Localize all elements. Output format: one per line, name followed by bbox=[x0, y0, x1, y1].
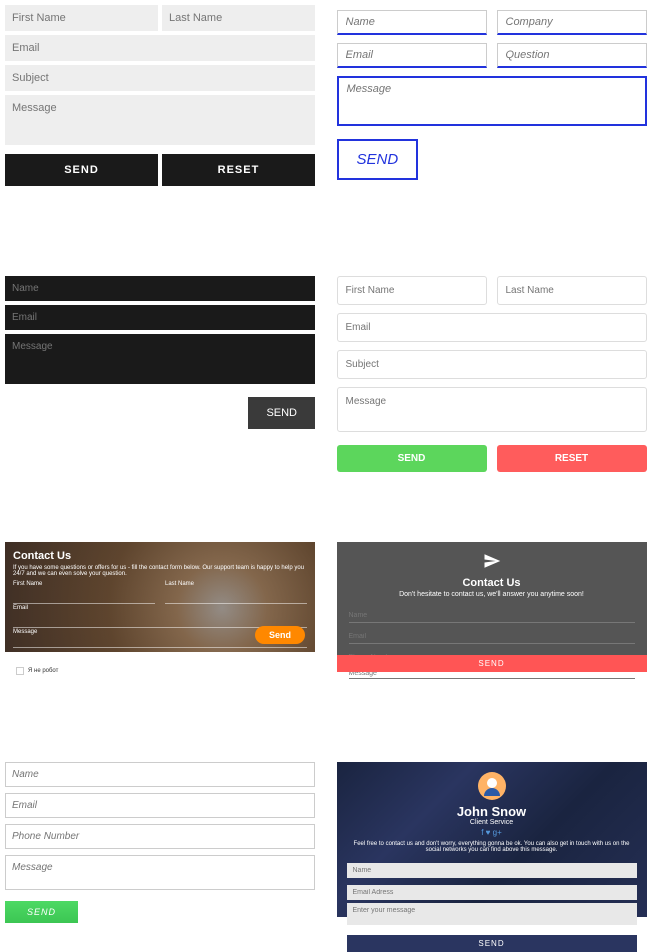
recaptcha-text: Я не робот bbox=[28, 668, 58, 674]
form-title: Contact Us bbox=[349, 577, 635, 589]
email-input[interactable] bbox=[349, 630, 635, 644]
message-textarea[interactable] bbox=[347, 903, 637, 925]
recaptcha-widget[interactable]: Я не робот bbox=[13, 662, 93, 680]
last-name-input[interactable] bbox=[497, 276, 647, 305]
email-input[interactable] bbox=[347, 885, 637, 900]
send-button[interactable]: SEND bbox=[347, 935, 637, 952]
send-button[interactable]: SEND bbox=[337, 655, 647, 672]
question-input[interactable] bbox=[497, 43, 647, 68]
message-textarea[interactable] bbox=[337, 387, 647, 432]
last-name-label: Last Name bbox=[165, 581, 307, 587]
subject-input[interactable] bbox=[337, 350, 647, 379]
form-intro: Feel free to contact us and don't worry,… bbox=[347, 841, 637, 853]
message-textarea[interactable] bbox=[5, 855, 315, 890]
contact-form-gray: SEND RESET bbox=[5, 5, 315, 186]
name-input[interactable] bbox=[337, 10, 487, 35]
message-textarea[interactable] bbox=[5, 95, 315, 145]
send-button[interactable]: SEND bbox=[5, 154, 158, 186]
company-input[interactable] bbox=[497, 10, 647, 35]
social-links[interactable]: f ♥ g+ bbox=[347, 828, 637, 837]
send-button[interactable]: SEND bbox=[5, 901, 78, 923]
form-subtitle: Don't hesitate to contact us, we'll answ… bbox=[349, 591, 635, 598]
send-button[interactable]: SEND bbox=[248, 397, 315, 429]
profile-name: John Snow bbox=[347, 804, 637, 819]
contact-form-light: SEND RESET bbox=[337, 276, 647, 472]
first-name-input[interactable] bbox=[13, 594, 155, 604]
form-intro: If you have some questions or offers for… bbox=[13, 565, 307, 577]
last-name-input[interactable] bbox=[165, 594, 307, 604]
email-input[interactable] bbox=[337, 313, 647, 342]
first-name-input[interactable] bbox=[5, 5, 158, 31]
avatar bbox=[478, 772, 506, 800]
message-textarea[interactable] bbox=[5, 334, 315, 384]
first-name-label: First Name bbox=[13, 581, 155, 587]
send-button[interactable]: Send bbox=[255, 626, 305, 644]
email-input[interactable] bbox=[337, 43, 487, 68]
contact-form-dark: SEND bbox=[5, 276, 315, 472]
contact-form-cafe: Contact Us If you have some questions or… bbox=[5, 542, 315, 652]
phone-input[interactable] bbox=[5, 824, 315, 849]
form-title: Contact Us bbox=[13, 550, 307, 562]
name-input[interactable] bbox=[349, 609, 635, 623]
email-input[interactable] bbox=[5, 305, 315, 330]
contact-form-profile: John Snow Client Service f ♥ g+ Feel fre… bbox=[337, 762, 647, 917]
profile-role: Client Service bbox=[347, 819, 637, 826]
reset-button[interactable]: RESET bbox=[162, 154, 315, 186]
recaptcha-checkbox[interactable] bbox=[16, 667, 24, 675]
subject-input[interactable] bbox=[5, 65, 315, 91]
send-button[interactable]: SEND bbox=[337, 445, 487, 472]
email-input[interactable] bbox=[5, 793, 315, 818]
paper-plane-icon bbox=[349, 552, 635, 575]
first-name-input[interactable] bbox=[337, 276, 487, 305]
contact-form-paperplane: Contact Us Don't hesitate to contact us,… bbox=[337, 542, 647, 672]
name-input[interactable] bbox=[5, 762, 315, 787]
contact-form-blue: SEND bbox=[337, 5, 647, 186]
contact-form-italic: SEND bbox=[5, 762, 315, 923]
message-textarea[interactable] bbox=[337, 76, 647, 126]
send-button[interactable]: SEND bbox=[337, 139, 419, 180]
name-input[interactable] bbox=[5, 276, 315, 301]
email-input[interactable] bbox=[5, 35, 315, 61]
reset-button[interactable]: RESET bbox=[497, 445, 647, 472]
email-label: Email bbox=[13, 605, 307, 611]
last-name-input[interactable] bbox=[162, 5, 315, 31]
